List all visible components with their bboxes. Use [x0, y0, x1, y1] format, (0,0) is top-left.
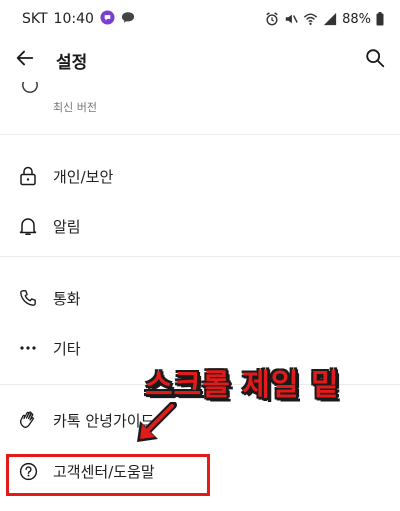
more-dots-icon [18, 338, 38, 358]
battery-icon [376, 12, 384, 26]
annotation-text: 스크롤 제일 밑 [145, 368, 340, 403]
battery-percent: 88% [342, 11, 371, 27]
page-title: 설정 [56, 52, 88, 73]
scroll-annotation: 스크롤 제일 밑 [145, 360, 360, 403]
search-icon[interactable] [364, 47, 386, 73]
chat-bubble-icon [121, 11, 135, 28]
menu-item-label: 개인/보안 [53, 167, 114, 186]
lock-icon [18, 166, 38, 186]
phone-icon [18, 288, 38, 308]
divider [0, 256, 400, 257]
pointer-arrow-icon [133, 401, 177, 446]
status-right: 88% [265, 12, 384, 27]
back-arrow-icon[interactable] [14, 47, 36, 73]
menu-item-guide[interactable]: 카톡 안녕가이드 [0, 400, 400, 440]
menu-item-label: 알림 [53, 217, 81, 236]
highlight-box [6, 454, 210, 496]
menu-item-label: 기타 [53, 339, 81, 358]
messenger-icon [100, 9, 115, 29]
divider [0, 134, 400, 135]
menu-item-notifications[interactable]: 알림 [0, 206, 400, 246]
wifi-icon [303, 12, 318, 26]
carrier-label: SKT [22, 11, 48, 27]
alarm-icon [265, 12, 279, 26]
signal-icon [323, 12, 337, 26]
version-info-item[interactable]: 최신 버전 [0, 82, 400, 134]
app-bar: 설정 [0, 38, 400, 82]
info-icon [21, 82, 39, 98]
wave-hand-icon [18, 410, 38, 430]
version-status-text: 최신 버전 [53, 101, 97, 114]
mute-icon [284, 12, 298, 26]
bell-icon [18, 216, 38, 236]
menu-item-privacy[interactable]: 개인/보안 [0, 156, 400, 196]
menu-item-label: 통화 [53, 289, 81, 308]
status-bar: SKT 10:40 88% [0, 0, 400, 38]
clock: 10:40 [53, 11, 94, 27]
menu-item-call[interactable]: 통화 [0, 278, 400, 318]
status-left: SKT 10:40 [22, 9, 135, 29]
